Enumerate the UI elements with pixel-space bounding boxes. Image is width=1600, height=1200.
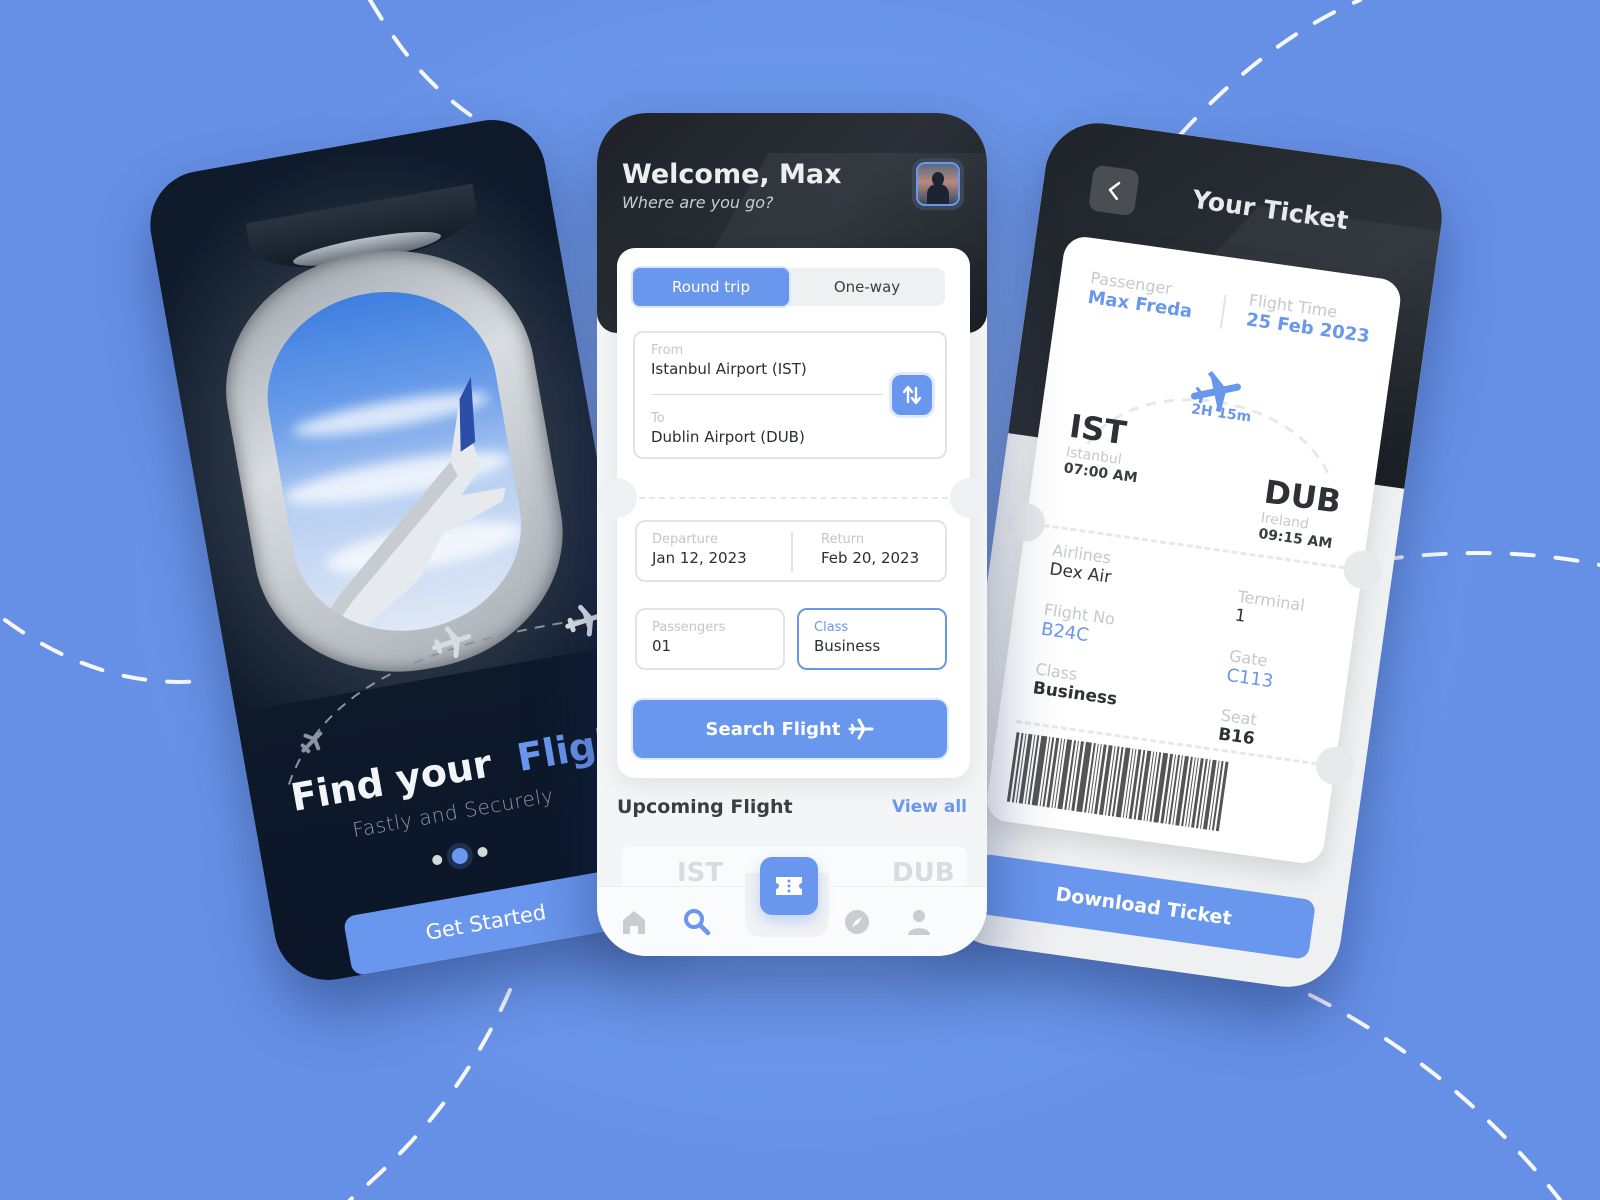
- ticket-icon: [776, 877, 802, 895]
- airplane-icon: [432, 626, 472, 658]
- view-all-link[interactable]: View all: [892, 797, 967, 817]
- page-dot-active[interactable]: [450, 846, 470, 866]
- home-icon: [623, 911, 645, 934]
- divider: [651, 394, 883, 395]
- search-flight-button[interactable]: Search Flight: [633, 700, 947, 758]
- nav-home[interactable]: [619, 907, 649, 937]
- dates-field: Departure Jan 12, 2023 Return Feb 20, 20…: [635, 520, 947, 582]
- avatar[interactable]: [912, 158, 964, 210]
- ticket-notch: [1313, 744, 1357, 788]
- departure-value: Jan 12, 2023: [652, 549, 747, 567]
- departure-label: Departure: [652, 532, 718, 547]
- page-dot[interactable]: [476, 846, 489, 858]
- greeting-subtitle: Where are you go?: [622, 193, 774, 212]
- search-icon: [684, 909, 711, 936]
- flight-search-card: Round trip One-way From Istanbul Airport…: [597, 248, 987, 778]
- airplane-icon: [300, 731, 323, 754]
- nav-explore[interactable]: [842, 907, 872, 937]
- class-field: Class Business: [1032, 659, 1121, 709]
- flight-no-field: Flight No B24C: [1040, 600, 1116, 650]
- ticket-notch: [1004, 500, 1048, 544]
- nav-tickets[interactable]: [760, 857, 818, 915]
- swap-vertical-icon: [902, 385, 922, 405]
- passengers-label: Passengers: [652, 620, 726, 635]
- card-notch: [950, 478, 987, 518]
- card-divider: [639, 497, 948, 499]
- divider: [791, 532, 793, 572]
- terminal-field: Terminal 1: [1234, 587, 1306, 635]
- download-ticket-button[interactable]: Download Ticket: [971, 853, 1317, 960]
- card-notch: [597, 478, 637, 518]
- seat-field: Seat B16: [1217, 706, 1259, 750]
- back-button[interactable]: [1087, 164, 1140, 217]
- passengers-value: 01: [652, 637, 672, 655]
- compass-icon: [845, 910, 869, 934]
- destination-block: DUB Ireland 09:15 AM: [1257, 473, 1343, 553]
- class-label: Class: [814, 620, 849, 635]
- route-fields: From Istanbul Airport (IST) To Dublin Ai…: [633, 331, 947, 459]
- return-field[interactable]: Return Feb 20, 2023: [821, 532, 919, 567]
- return-label: Return: [821, 532, 865, 547]
- user-avatar-image: [916, 162, 960, 206]
- swap-airports-button[interactable]: [892, 375, 932, 415]
- search-screen: Welcome, Max Where are you go? Round tri…: [597, 113, 987, 956]
- to-field[interactable]: To Dublin Airport (DUB): [651, 411, 805, 446]
- page-dot[interactable]: [431, 854, 444, 866]
- from-field[interactable]: From Istanbul Airport (IST): [651, 343, 807, 378]
- nav-profile[interactable]: [904, 907, 934, 937]
- tab-one-way[interactable]: One-way: [789, 268, 945, 306]
- greeting: Welcome, Max: [622, 159, 842, 190]
- class-field[interactable]: Class Business: [797, 608, 947, 670]
- nav-search[interactable]: [682, 907, 712, 937]
- upcoming-to: DUB: [892, 858, 955, 888]
- upcoming-flight-title: Upcoming Flight: [617, 796, 793, 818]
- gate-field: Gate C113: [1225, 646, 1277, 692]
- airlines-field: Airlines Dex Air: [1048, 540, 1115, 587]
- from-label: From: [651, 343, 684, 358]
- to-label: To: [651, 411, 665, 426]
- return-value: Feb 20, 2023: [821, 549, 920, 567]
- divider: [1219, 294, 1227, 329]
- trip-type-toggle: Round trip One-way: [633, 268, 945, 306]
- flight-time-field: Flight Time 25 Feb 2023: [1245, 290, 1374, 347]
- search-flight-label: Search Flight: [705, 718, 841, 740]
- class-value: Business: [814, 637, 881, 655]
- bottom-nav: [597, 857, 987, 956]
- chevron-left-icon: [1108, 181, 1121, 201]
- passengers-field[interactable]: Passengers 01: [635, 608, 785, 670]
- to-value: Dublin Airport (DUB): [651, 428, 805, 446]
- origin-block: IST Istanbul 07:00 AM: [1063, 407, 1146, 487]
- barcode: [1006, 732, 1304, 842]
- from-value: Istanbul Airport (IST): [651, 360, 807, 378]
- user-icon: [908, 910, 930, 935]
- departure-field[interactable]: Departure Jan 12, 2023: [652, 532, 747, 567]
- passenger-field: Passenger Max Freda: [1086, 268, 1196, 322]
- tab-round-trip[interactable]: Round trip: [633, 268, 789, 306]
- upcoming-from: IST: [677, 858, 724, 888]
- page-indicator: [431, 843, 489, 868]
- seat-value: B16: [1216, 724, 1256, 750]
- ticket-notch: [1341, 548, 1385, 592]
- airplane-icon: [848, 718, 874, 740]
